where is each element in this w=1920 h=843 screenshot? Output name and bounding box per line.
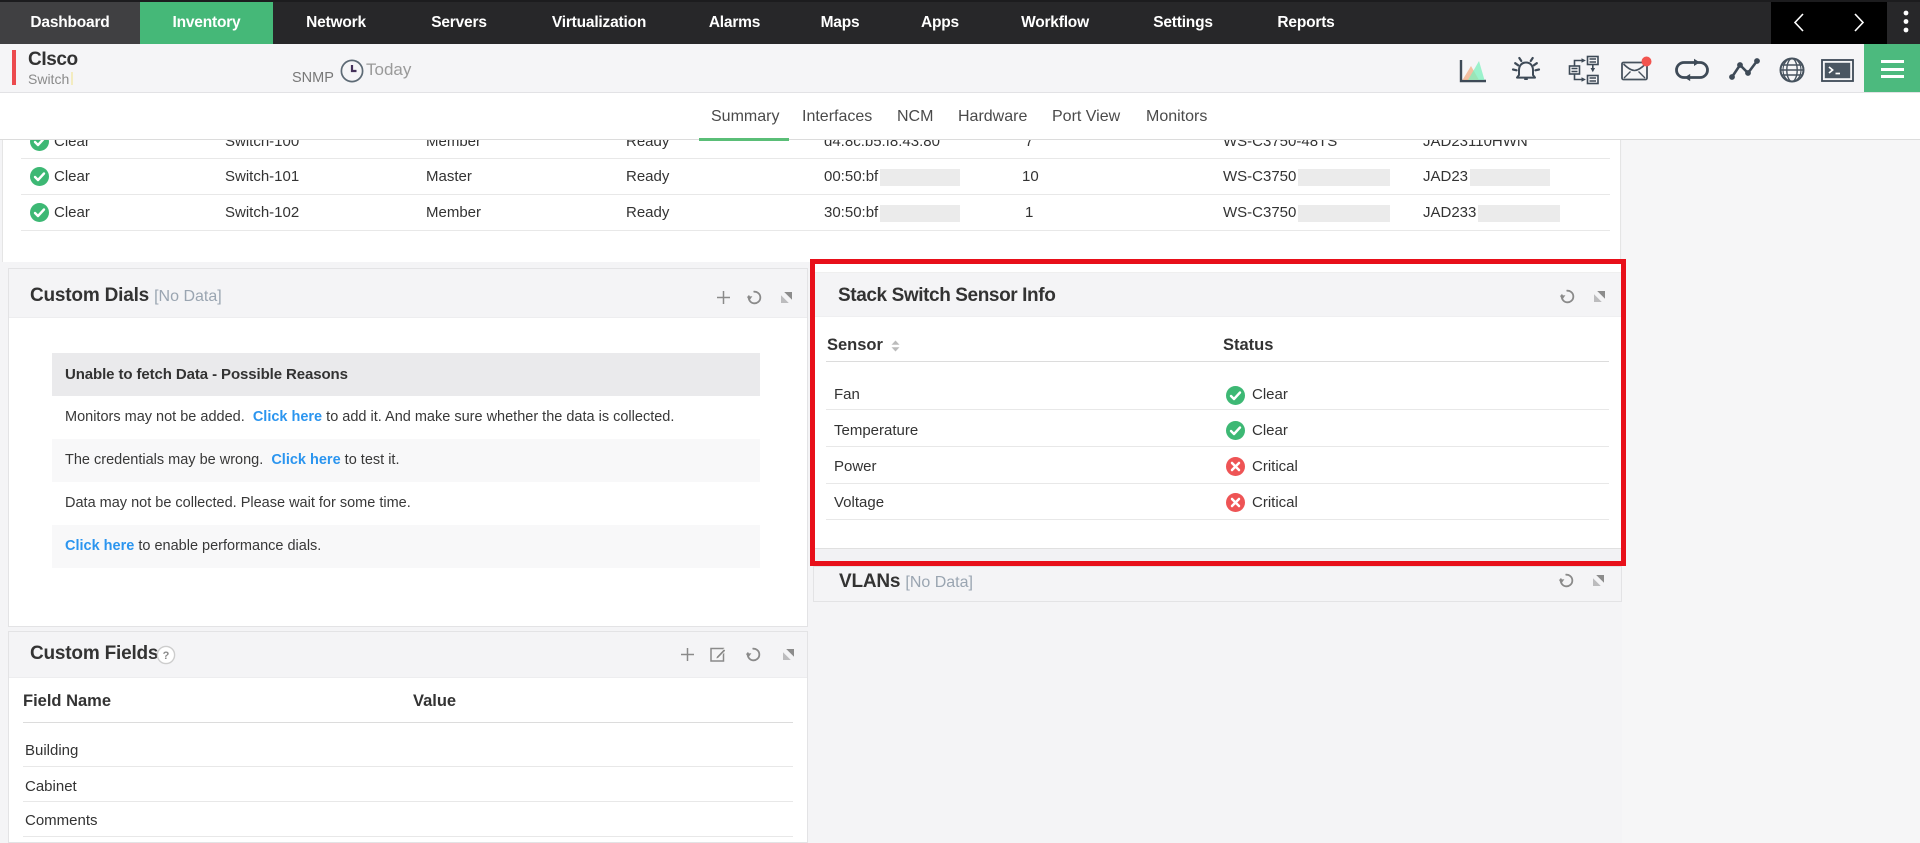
svg-text:?: ? — [163, 650, 170, 662]
